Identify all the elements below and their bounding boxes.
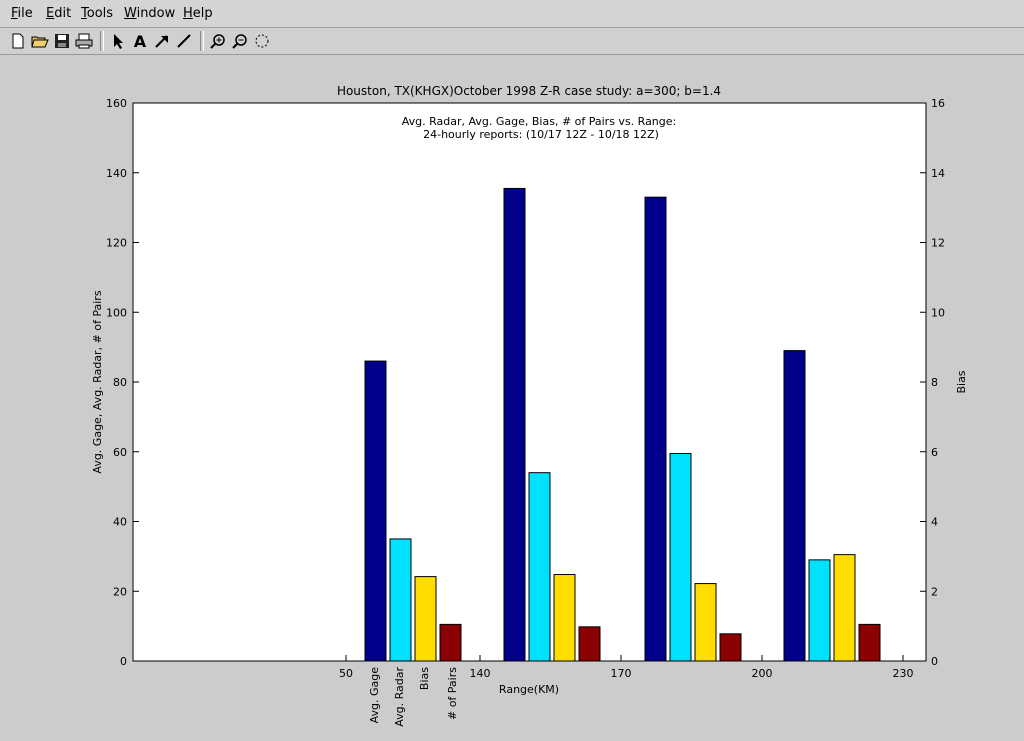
bar-bias (694, 583, 717, 662)
bar-of-pairs (719, 633, 742, 662)
y-tick-label-left: 0 (120, 655, 127, 668)
x-tick-label: 170 (611, 667, 632, 680)
new-file-icon[interactable] (8, 31, 28, 51)
chart-title: Houston, TX(KHGX)October 1998 Z-R case s… (337, 84, 721, 98)
open-folder-icon[interactable] (30, 31, 50, 51)
menu-help[interactable]: Help (183, 6, 213, 21)
bar-avg-radar (669, 452, 692, 662)
y-tick-label-right: 4 (931, 516, 938, 529)
chart-svg: 0 20 40 60 80 100 120 140 160 0 2 4 6 8 10 12 14 16 50 140 1… (91, 84, 968, 727)
arrow-tool-icon[interactable] (152, 31, 172, 51)
bar-of-pairs (439, 623, 462, 662)
y-tick-label-left: 100 (106, 306, 127, 319)
y-tick-label-right: 6 (931, 446, 938, 459)
legend-label: Bias (418, 667, 431, 690)
y-axis-label-left: Avg. Gage, Avg. Radar, # of Pairs (91, 290, 104, 473)
y-tick-label-left: 40 (113, 516, 127, 529)
bar-avg-gage (644, 196, 667, 662)
text-tool-icon[interactable]: A (130, 31, 150, 51)
bar-bias (553, 574, 576, 662)
menu-edit[interactable]: Edit (46, 6, 71, 21)
x-tick-label: 140 (470, 667, 491, 680)
y-tick-label-right: 10 (931, 306, 945, 319)
zoom-out-icon[interactable] (230, 31, 250, 51)
figure-canvas: 0 20 40 60 80 100 120 140 160 0 2 4 6 8 10 12 14 16 50 140 1… (0, 55, 1024, 737)
toolbar: A (0, 28, 1024, 55)
bar-avg-radar (389, 538, 412, 662)
y-tick-label-left: 120 (106, 237, 127, 250)
bar-avg-gage (364, 360, 387, 662)
legend-label: Avg. Gage (368, 667, 381, 724)
x-axis-label: Range(KM) (499, 683, 559, 696)
bar-avg-radar (528, 472, 551, 662)
bar-avg-gage (783, 350, 806, 662)
y-tick-label-right: 14 (931, 167, 945, 180)
bar-of-pairs (578, 626, 601, 662)
bar-bias (414, 576, 437, 662)
menu-tools[interactable]: Tools (81, 6, 113, 21)
y-tick-label-left: 20 (113, 585, 127, 598)
bar-bias (833, 554, 856, 662)
menu-window[interactable]: Window (124, 6, 175, 21)
menu-bar: File Edit Tools Window Help (0, 0, 1024, 28)
zoom-in-icon[interactable] (208, 31, 228, 51)
x-tick-label: 200 (752, 667, 773, 680)
save-icon[interactable] (52, 31, 72, 51)
y-tick-label-left: 60 (113, 446, 127, 459)
y-tick-label-left: 140 (106, 167, 127, 180)
toolbar-separator (200, 31, 204, 51)
y-tick-label-right: 0 (931, 655, 938, 668)
legend-label: Avg. Radar (393, 667, 406, 727)
select-arrow-icon[interactable] (108, 31, 128, 51)
y-tick-label-right: 8 (931, 376, 938, 389)
bar-avg-radar (808, 559, 831, 662)
y-axis-label-right: Bias (955, 370, 968, 393)
line-tool-icon[interactable] (174, 31, 194, 51)
chart-subtitle-line1: Avg. Radar, Avg. Gage, Bias, # of Pairs … (402, 115, 677, 128)
toolbar-separator (100, 31, 104, 51)
x-tick-label: 50 (339, 667, 353, 680)
svg-text:A: A (134, 33, 147, 49)
print-icon[interactable] (74, 31, 94, 51)
y-tick-label-right: 12 (931, 237, 945, 250)
legend-label: # of Pairs (446, 667, 459, 720)
rotate-icon[interactable] (252, 31, 272, 51)
bar-avg-gage (503, 187, 526, 662)
y-tick-label-right: 2 (931, 585, 938, 598)
y-tick-label-left: 80 (113, 376, 127, 389)
chart-subtitle-line2: 24-hourly reports: (10/17 12Z - 10/18 12… (423, 128, 659, 141)
y-tick-label-left: 160 (106, 97, 127, 110)
bar-of-pairs (858, 623, 881, 662)
menu-file[interactable]: File (11, 6, 33, 21)
x-tick-label: 230 (893, 667, 914, 680)
y-tick-label-right: 16 (931, 97, 945, 110)
